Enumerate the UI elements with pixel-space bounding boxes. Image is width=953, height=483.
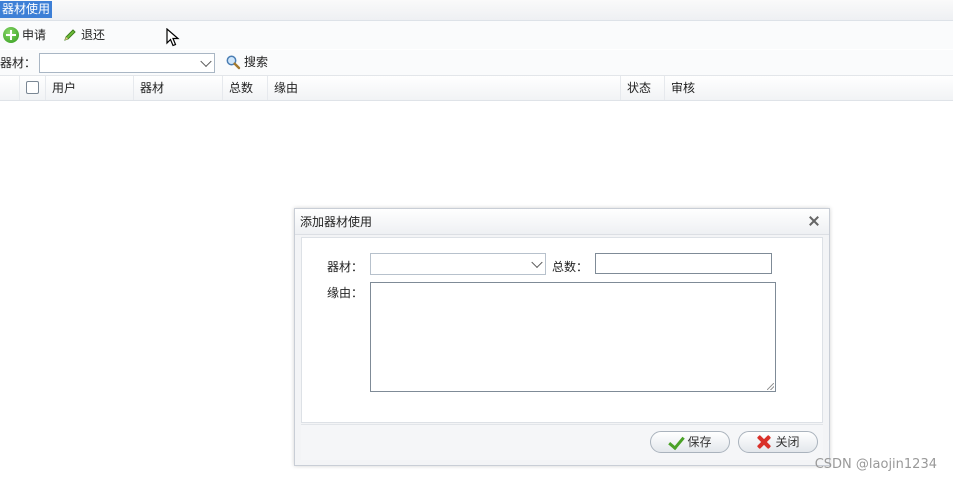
column-header-reason[interactable]: 缘由 bbox=[268, 76, 621, 100]
dialog-equipment-select[interactable] bbox=[370, 253, 546, 275]
dialog-total-input[interactable] bbox=[595, 253, 772, 274]
add-equipment-use-dialog: 添加器材使用 器材： 总数： 缘由： 保存 关闭 bbox=[294, 208, 830, 466]
add-circle-icon bbox=[3, 27, 19, 43]
search-button[interactable]: 搜索 bbox=[225, 53, 268, 71]
resize-handle[interactable] bbox=[767, 383, 774, 390]
dialog-reason-label: 缘由： bbox=[327, 286, 364, 300]
dialog-total-label: 总数： bbox=[552, 260, 589, 274]
page-title-tab[interactable]: 器材使用 bbox=[0, 1, 53, 18]
pencil-icon bbox=[62, 27, 78, 43]
save-button-label: 保存 bbox=[687, 435, 712, 449]
dialog-body: 器材： 总数： 缘由： bbox=[301, 237, 823, 423]
check-icon bbox=[668, 434, 684, 450]
dialog-equipment-label: 器材： bbox=[327, 260, 364, 274]
save-button[interactable]: 保存 bbox=[650, 431, 730, 453]
return-button[interactable]: 退还 bbox=[62, 26, 105, 44]
search-row: 器材： 搜索 bbox=[0, 50, 953, 76]
title-strip: 器材使用 bbox=[0, 0, 953, 21]
column-header-equipment[interactable]: 器材 bbox=[134, 76, 223, 100]
dialog-footer: 保存 关闭 bbox=[301, 424, 823, 460]
equipment-filter-label: 器材： bbox=[0, 56, 37, 70]
dialog-titlebar[interactable]: 添加器材使用 bbox=[295, 209, 829, 235]
dialog-reason-textarea[interactable] bbox=[370, 282, 776, 392]
search-button-label: 搜索 bbox=[244, 55, 269, 69]
apply-button-label: 申请 bbox=[22, 28, 47, 42]
column-header-user[interactable]: 用户 bbox=[46, 76, 134, 100]
chevron-down-icon bbox=[531, 256, 543, 269]
column-header-review[interactable]: 审核 bbox=[665, 76, 953, 100]
grid-header: 用户 器材 总数 缘由 状态 审核 bbox=[0, 76, 953, 101]
equipment-filter-select[interactable] bbox=[39, 53, 215, 73]
close-button-label: 关闭 bbox=[775, 435, 800, 449]
dialog-title: 添加器材使用 bbox=[300, 215, 373, 229]
apply-button[interactable]: 申请 bbox=[3, 26, 46, 44]
mouse-cursor-icon bbox=[166, 28, 180, 47]
row-number-column bbox=[0, 76, 20, 100]
magnifier-icon bbox=[225, 54, 241, 70]
close-button[interactable]: 关闭 bbox=[738, 431, 818, 453]
return-button-label: 退还 bbox=[81, 28, 106, 42]
toolbar: 申请 退还 bbox=[0, 21, 953, 49]
close-icon[interactable] bbox=[808, 215, 820, 227]
chevron-down-icon bbox=[200, 55, 212, 68]
column-header-total[interactable]: 总数 bbox=[223, 76, 268, 100]
select-all-checkbox[interactable] bbox=[26, 81, 39, 94]
watermark: CSDN @laojin1234 bbox=[814, 457, 937, 472]
column-header-status[interactable]: 状态 bbox=[621, 76, 665, 100]
select-all-column bbox=[20, 76, 46, 100]
x-mark-icon bbox=[756, 434, 772, 450]
